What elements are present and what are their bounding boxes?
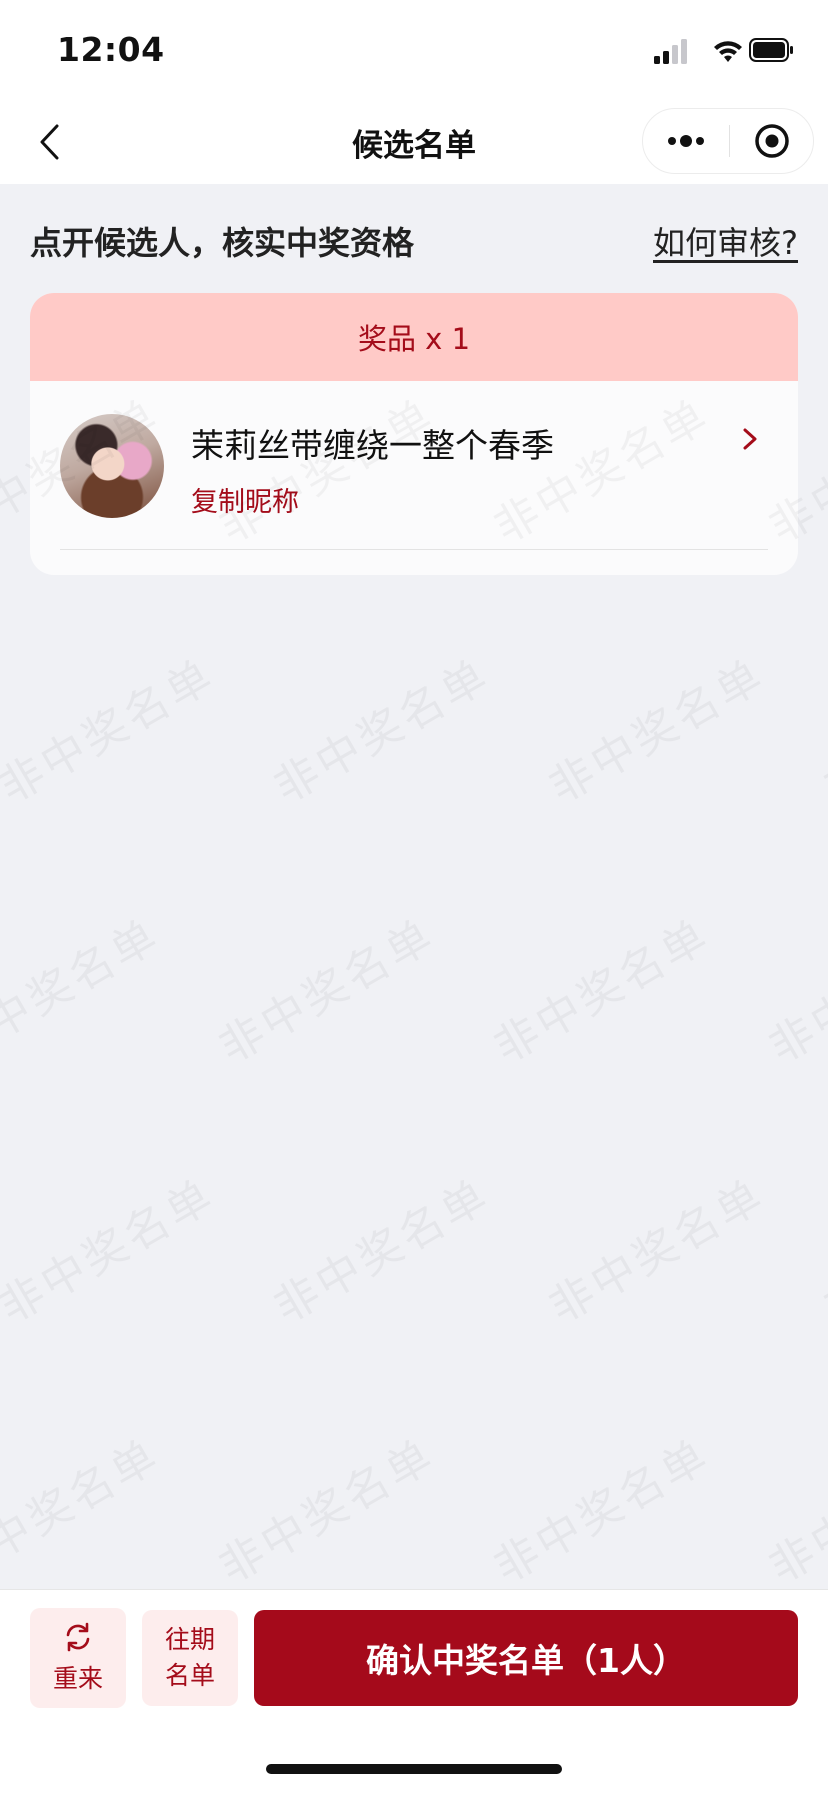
watermark-text: 非中奖名单 — [755, 900, 828, 1075]
battery-icon — [749, 38, 793, 62]
watermark-text: 非中奖名单 — [0, 1420, 170, 1595]
watermark-text: 非中奖名单 — [810, 1160, 828, 1335]
watermark-text: 非中奖名单 — [535, 640, 775, 815]
reset-button[interactable]: 重来 — [30, 1608, 126, 1708]
chevron-right-icon — [743, 428, 757, 450]
status-bar: 12:04 — [0, 0, 828, 100]
watermark-text: 非中奖名单 — [480, 900, 720, 1075]
watermark-text: 非中奖名单 — [480, 1420, 720, 1595]
prize-card: 奖品 x 1 茉莉丝带缠绕一整个春季 复制昵称 — [30, 293, 798, 575]
nav-bar: 候选名单 — [0, 100, 828, 184]
watermark-text: 非中奖名单 — [0, 640, 225, 815]
refresh-icon — [66, 1622, 90, 1652]
watermark-text: 非中奖名单 — [755, 1420, 828, 1595]
avatar — [60, 414, 164, 518]
home-indicator — [266, 1764, 562, 1774]
row-divider — [60, 549, 768, 550]
watermark-text: 非中奖名单 — [205, 900, 445, 1075]
target-circle-icon — [755, 124, 789, 158]
candidate-name: 茉莉丝带缠绕一整个春季 — [191, 426, 554, 465]
more-button[interactable] — [643, 109, 729, 173]
close-miniprogram-button[interactable] — [730, 109, 814, 173]
candidate-row[interactable]: 茉莉丝带缠绕一整个春季 复制昵称 — [30, 381, 798, 575]
watermark-layer: 非中奖名单非中奖名单非中奖名单非中奖名单非中奖名单非中奖名单非中奖名单非中奖名单… — [0, 0, 828, 1792]
watermark-text: 非中奖名单 — [0, 1160, 225, 1335]
past-lists-label-line1: 往期 — [164, 1625, 215, 1654]
status-icons — [654, 38, 793, 64]
status-time: 12:04 — [57, 30, 165, 69]
watermark-text: 非中奖名单 — [260, 640, 500, 815]
confirm-winners-button[interactable]: 确认中奖名单（1人） — [254, 1610, 798, 1706]
watermark-text: 非中奖名单 — [810, 640, 828, 815]
watermark-text: 非中奖名单 — [205, 1420, 445, 1595]
watermark-text: 非中奖名单 — [535, 1160, 775, 1335]
signal-icon — [654, 39, 687, 64]
wifi-icon — [714, 41, 742, 62]
more-dots-icon — [668, 135, 704, 147]
copy-nickname-button[interactable]: 复制昵称 — [191, 480, 299, 519]
past-lists-label-line2: 名单 — [164, 1661, 215, 1690]
prize-card-title: 奖品 x 1 — [30, 293, 798, 381]
watermark-text: 非中奖名单 — [0, 900, 170, 1075]
bottom-action-bar: 重来 往期 名单 确认中奖名单（1人） — [0, 1589, 828, 1793]
reset-label: 重来 — [52, 1664, 103, 1693]
mini-program-capsule — [642, 108, 814, 174]
verify-hint: 点开候选人，核实中奖资格 — [30, 224, 415, 262]
watermark-text: 非中奖名单 — [260, 1160, 500, 1335]
how-to-review-link[interactable]: 如何审核? — [653, 218, 798, 264]
past-lists-button[interactable]: 往期 名单 — [142, 1610, 238, 1706]
